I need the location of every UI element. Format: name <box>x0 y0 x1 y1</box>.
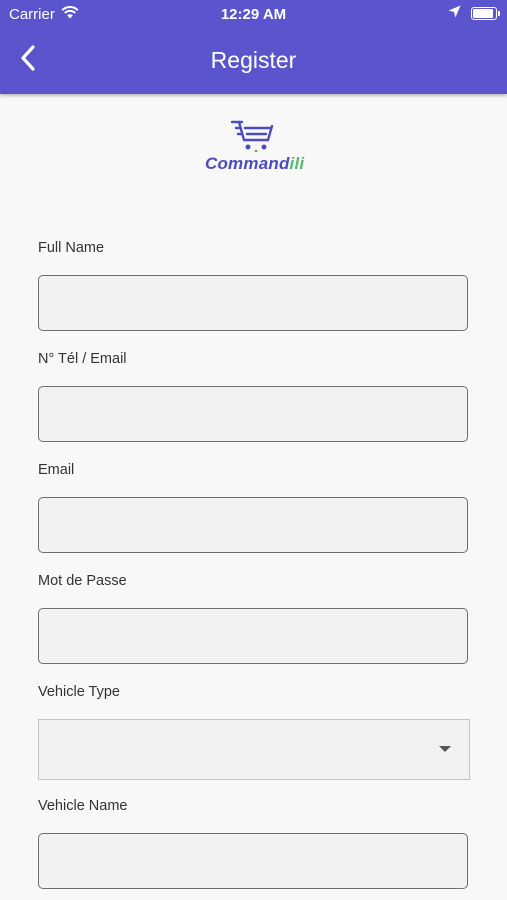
vehicle-name-label: Vehicle Name <box>38 798 128 814</box>
full-name-label: Full Name <box>38 240 105 256</box>
vehicle-type-select[interactable] <box>38 719 470 780</box>
status-time: 12:29 AM <box>220 6 287 23</box>
location-arrow-icon <box>448 5 461 22</box>
email-input[interactable] <box>38 497 468 553</box>
phone-email-input[interactable] <box>38 386 468 442</box>
password-label: Mot de Passe <box>38 573 127 589</box>
phone-email-label: N° Tél / Email <box>38 351 127 367</box>
password-input[interactable] <box>38 608 468 664</box>
full-name-input[interactable] <box>38 275 468 331</box>
battery-icon <box>471 7 500 20</box>
page-title: Register <box>210 47 297 73</box>
shopping-cart-icon <box>230 120 274 152</box>
email-label: Email <box>38 462 75 478</box>
logo-wordmark: Commandili <box>205 154 305 173</box>
app-header: Carrier 12:29 AM Register <box>0 0 507 94</box>
vehicle-name-input[interactable] <box>38 833 468 889</box>
caret-down-icon <box>439 746 451 752</box>
vehicle-type-label: Vehicle Type <box>38 684 120 700</box>
nav-bar: Register <box>0 28 507 94</box>
status-bar: Carrier 12:29 AM <box>0 0 507 28</box>
status-right <box>448 5 500 22</box>
commandili-logo: Commandili <box>200 118 304 186</box>
